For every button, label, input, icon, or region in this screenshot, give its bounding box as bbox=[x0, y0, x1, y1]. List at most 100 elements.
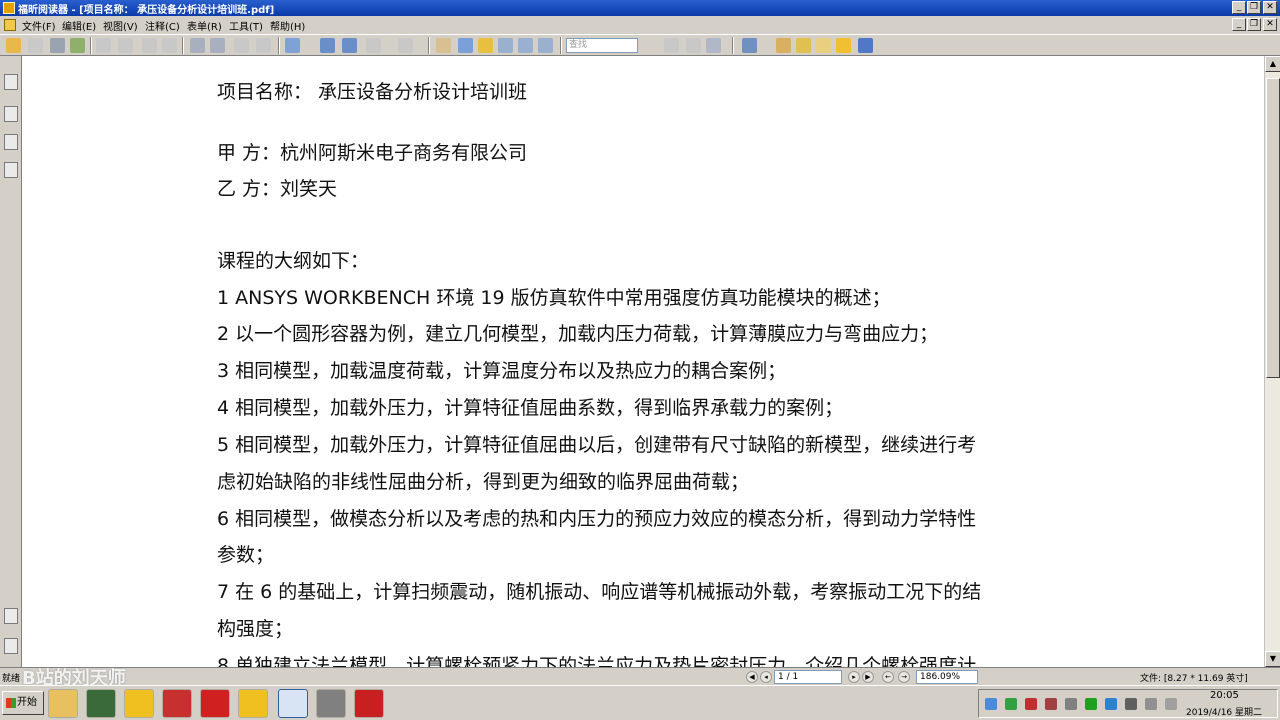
snapshot-icon[interactable] bbox=[118, 38, 133, 53]
start-label: 开始 bbox=[17, 697, 37, 708]
search-icon[interactable] bbox=[706, 38, 721, 53]
desktop-icon[interactable] bbox=[86, 689, 116, 718]
volume-icon[interactable] bbox=[1125, 698, 1137, 710]
copy-icon[interactable] bbox=[190, 38, 205, 53]
print-icon[interactable] bbox=[50, 38, 65, 53]
scroll-down-arrow-icon[interactable]: ▼ bbox=[1265, 651, 1280, 667]
title-bar: 福昕阅读器 - [项目名称： 承压设备分析设计培训班.pdf] _ ❐ ✕ bbox=[0, 0, 1280, 16]
keyboard-icon[interactable] bbox=[1165, 698, 1177, 710]
menu-help[interactable]: 帮助(H) bbox=[270, 18, 305, 33]
minimize-button[interactable]: _ bbox=[1232, 1, 1246, 14]
menu-edit[interactable]: 编辑(E) bbox=[62, 18, 96, 33]
power-icon[interactable] bbox=[1005, 698, 1017, 710]
close-button[interactable]: ✕ bbox=[1263, 1, 1277, 14]
foxit-reader-task-icon[interactable] bbox=[278, 689, 308, 718]
forward-arrow-icon[interactable] bbox=[162, 38, 177, 53]
undo-icon[interactable] bbox=[234, 38, 249, 53]
last-page-icon[interactable]: ▶ bbox=[862, 671, 874, 683]
find-input[interactable]: 查找 bbox=[566, 38, 638, 53]
document-size-text: 文件: [8.27 * 11.69 英寸] bbox=[1140, 674, 1248, 684]
zoom-level-field[interactable]: 186.09% bbox=[916, 670, 978, 684]
open-icon[interactable] bbox=[6, 38, 21, 53]
scrollbar-thumb[interactable] bbox=[1266, 78, 1280, 378]
doc-close-button[interactable]: ✕ bbox=[1263, 18, 1277, 31]
annotate-icon[interactable] bbox=[742, 38, 757, 53]
pages-panel-icon[interactable] bbox=[4, 74, 18, 90]
clock-time[interactable]: 20:05 bbox=[1210, 690, 1239, 701]
party-a-line: 甲 方：杭州阿斯米电子商务有限公司 bbox=[217, 142, 528, 164]
redo-icon[interactable] bbox=[256, 38, 271, 53]
email-icon[interactable] bbox=[70, 38, 85, 53]
paste-icon[interactable] bbox=[210, 38, 225, 53]
doc-restore-button[interactable]: ❐ bbox=[1247, 18, 1261, 31]
column-select-icon[interactable] bbox=[498, 38, 513, 53]
fit-page-icon[interactable] bbox=[320, 38, 335, 53]
bookmarks-icon[interactable] bbox=[4, 106, 18, 122]
stamp-icon[interactable] bbox=[96, 38, 111, 53]
document-page[interactable]: 项目名称： 承压设备分析设计培训班 甲 方：杭州阿斯米电子商务有限公司 乙 方：… bbox=[24, 56, 1264, 667]
restore-button[interactable]: ❐ bbox=[1247, 1, 1261, 14]
tray-app-icon[interactable] bbox=[1045, 698, 1057, 710]
foxit-app-icon[interactable] bbox=[3, 2, 15, 14]
doc-minimize-button[interactable]: _ bbox=[1232, 18, 1246, 31]
outline-item-5-cont: 虑初始缺陷的非线性屈曲分析，得到更为细致的临界屈曲荷载； bbox=[217, 471, 750, 493]
page-number-field[interactable]: 1 / 1 bbox=[774, 670, 842, 684]
document-menu-icon[interactable] bbox=[4, 19, 16, 31]
save-icon[interactable] bbox=[28, 38, 43, 53]
fit-width-icon[interactable] bbox=[342, 38, 357, 53]
security-icon[interactable] bbox=[4, 638, 18, 654]
highlight-icon[interactable] bbox=[478, 38, 493, 53]
network-icon[interactable] bbox=[985, 698, 997, 710]
solidworks-icon[interactable] bbox=[162, 689, 192, 718]
find-previous-icon[interactable] bbox=[664, 38, 679, 53]
find-next-icon[interactable] bbox=[686, 38, 701, 53]
textbox-icon[interactable] bbox=[816, 38, 831, 53]
scroll-up-arrow-icon[interactable]: ▲ bbox=[1265, 56, 1280, 72]
mendeley-icon[interactable] bbox=[200, 689, 230, 718]
menu-comment[interactable]: 注释(C) bbox=[145, 18, 180, 33]
zoom-out-icon[interactable] bbox=[366, 38, 381, 53]
ansys-icon[interactable] bbox=[238, 689, 268, 718]
vertical-scrollbar[interactable]: ▲ ▼ bbox=[1264, 56, 1280, 667]
tray-blue-icon[interactable] bbox=[1105, 698, 1117, 710]
book-icon[interactable] bbox=[518, 38, 533, 53]
menu-bar: 文件(F) 编辑(E) 视图(V) 注释(C) 表单(R) 工具(T) 帮助(H… bbox=[0, 16, 1280, 34]
camera-icon[interactable] bbox=[316, 689, 346, 718]
zoom-in-icon[interactable] bbox=[398, 38, 413, 53]
previous-page-icon[interactable]: ◂ bbox=[760, 671, 772, 683]
menu-file[interactable]: 文件(F) bbox=[22, 18, 56, 33]
menu-form[interactable]: 表单(R) bbox=[187, 18, 222, 33]
clock-date[interactable]: 2019/4/16 星期二 bbox=[1186, 705, 1262, 718]
recorder-icon[interactable] bbox=[354, 689, 384, 718]
tray-green-icon[interactable] bbox=[1085, 698, 1097, 710]
next-page-icon[interactable]: ▸ bbox=[848, 671, 860, 683]
menu-view[interactable]: 视图(V) bbox=[103, 18, 138, 33]
arrow-tool-icon[interactable] bbox=[858, 38, 873, 53]
typewriter-icon[interactable] bbox=[776, 38, 791, 53]
security-shield-icon[interactable] bbox=[1025, 698, 1037, 710]
go-forward-icon[interactable]: → bbox=[898, 671, 910, 683]
attachments-icon[interactable] bbox=[4, 608, 18, 624]
ansys-workbench-icon[interactable] bbox=[124, 689, 154, 718]
party-b-line: 乙 方：刘笑天 bbox=[217, 178, 338, 200]
start-button[interactable]: 开始 bbox=[2, 691, 44, 715]
go-back-icon[interactable]: ← bbox=[882, 671, 894, 683]
project-name-line: 项目名称： 承压设备分析设计培训班 bbox=[217, 81, 528, 103]
first-page-icon[interactable]: ◀ bbox=[746, 671, 758, 683]
comment-icon[interactable] bbox=[836, 38, 851, 53]
outline-item-6: 6 相同模型，做模态分析以及考虑的热和内压力的预应力效应的模态分析，得到动力学特… bbox=[217, 508, 977, 530]
tray-tool-icon[interactable] bbox=[1065, 698, 1077, 710]
outline-heading: 课程的大纲如下： bbox=[217, 250, 370, 272]
back-arrow-icon[interactable] bbox=[142, 38, 157, 53]
layers-icon[interactable] bbox=[4, 162, 18, 178]
image-select-icon[interactable] bbox=[538, 38, 553, 53]
hand-tool-icon[interactable] bbox=[436, 38, 451, 53]
annotations-panel-icon[interactable] bbox=[4, 134, 18, 150]
select-text-icon[interactable] bbox=[458, 38, 473, 53]
outline-item-7-cont: 构强度； bbox=[217, 618, 294, 640]
note-icon[interactable] bbox=[796, 38, 811, 53]
menu-tools[interactable]: 工具(T) bbox=[229, 18, 263, 33]
zoom-icon[interactable] bbox=[285, 38, 300, 53]
file-explorer-icon[interactable] bbox=[48, 689, 78, 718]
ime-icon[interactable] bbox=[1145, 698, 1157, 710]
